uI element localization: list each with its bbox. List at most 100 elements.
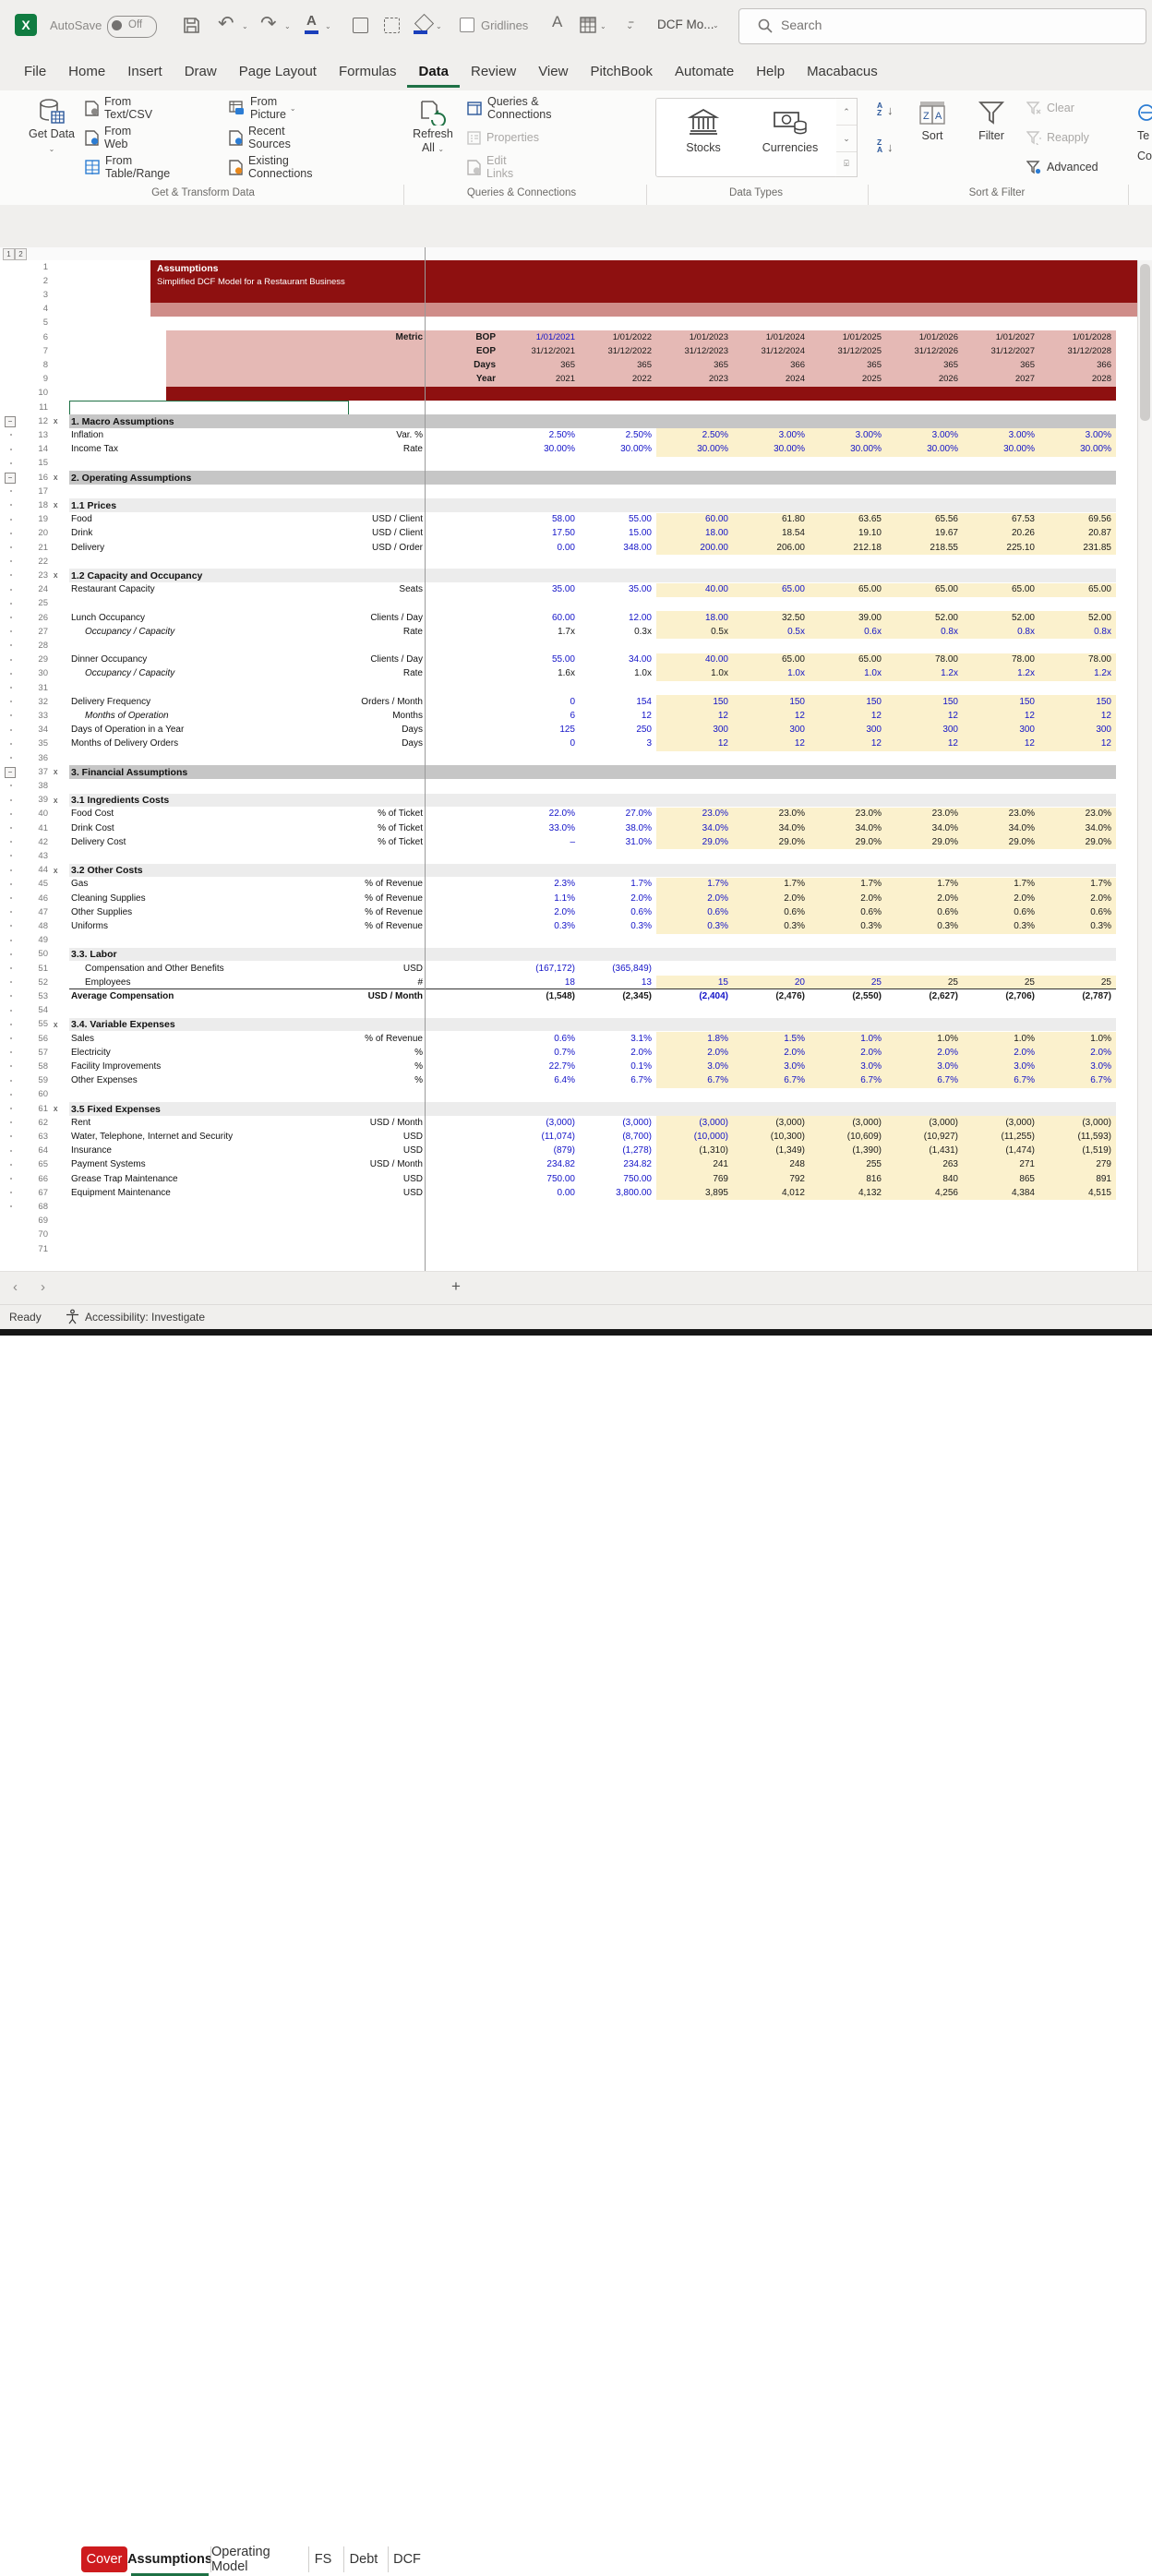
tab-home[interactable]: Home <box>57 55 116 85</box>
row-header-71[interactable]: 71 <box>26 1244 48 1254</box>
cell-value[interactable]: 1.7% <box>963 879 1035 889</box>
cell-value[interactable]: 12 <box>810 711 882 721</box>
sort-za-button[interactable]: ZA↓ <box>877 138 882 153</box>
cell-days-1[interactable]: 365 <box>580 360 652 370</box>
cell-value[interactable]: 25 <box>810 977 882 988</box>
cell-value[interactable]: 65.00 <box>810 584 882 594</box>
cell-value[interactable]: 2.50% <box>656 430 728 440</box>
tab-view[interactable]: View <box>527 55 579 85</box>
row-header-55[interactable]: 55 <box>26 1019 48 1029</box>
row-header-35[interactable]: 35 <box>26 738 48 749</box>
cell-value[interactable]: 0.6x <box>810 627 882 637</box>
cell-year-6[interactable]: 2027 <box>963 374 1035 384</box>
cell-value[interactable]: 3.0% <box>810 1061 882 1072</box>
cell-value[interactable]: 61.80 <box>733 514 805 524</box>
cell-value[interactable]: 0.3x <box>580 627 652 637</box>
cell-value[interactable]: 2.0% <box>963 893 1035 904</box>
row-header-1[interactable]: 1 <box>26 262 48 272</box>
row-header-43[interactable]: 43 <box>26 851 48 861</box>
cell-value[interactable]: 39.00 <box>810 613 882 623</box>
search-box[interactable]: Search <box>738 8 1146 44</box>
cell-value[interactable]: (3,000) <box>963 1118 1035 1128</box>
cell-value[interactable]: 0.8x <box>963 627 1035 637</box>
cell-value[interactable]: 34.0% <box>886 823 958 833</box>
cell-value[interactable]: 150 <box>1039 697 1111 707</box>
row-header-3[interactable]: 3 <box>26 290 48 300</box>
cell-days-4[interactable]: 365 <box>810 360 882 370</box>
cell-value[interactable]: 3.0% <box>733 1061 805 1072</box>
recent-sources-button[interactable]: Recent Sources <box>229 127 291 148</box>
cell-value[interactable]: 4,012 <box>733 1188 805 1198</box>
cell-value[interactable]: (3,000) <box>733 1118 805 1128</box>
cell-value[interactable]: 300 <box>733 725 805 735</box>
sheet-tab-operating-model[interactable]: Operating Model <box>210 2546 302 2572</box>
row-header-29[interactable]: 29 <box>26 654 48 665</box>
cell-value[interactable]: 55.00 <box>503 654 575 665</box>
cell-value[interactable]: 1.5% <box>733 1034 805 1044</box>
cell-value[interactable]: 29.0% <box>963 837 1035 847</box>
cell-value[interactable]: 0.3% <box>810 921 882 931</box>
cell-value[interactable]: 2.0% <box>503 907 575 917</box>
from-web-button[interactable]: From Web <box>85 127 131 148</box>
cell-value[interactable]: 3.0% <box>1039 1061 1111 1072</box>
cell-value[interactable]: 63.65 <box>810 514 882 524</box>
cell-value[interactable]: 29.0% <box>810 837 882 847</box>
refresh-all-button[interactable]: Refresh All ⌄ <box>410 96 456 181</box>
table-dropdown-icon[interactable]: ⌄ <box>600 22 606 30</box>
cell-value[interactable]: 65.00 <box>733 584 805 594</box>
cell-value[interactable]: 65.56 <box>886 514 958 524</box>
document-title[interactable]: DCF Mo... <box>657 18 714 31</box>
cell-value[interactable]: 0.3% <box>503 921 575 931</box>
cell-value[interactable]: 212.18 <box>810 543 882 553</box>
row-header-13[interactable]: 13 <box>26 430 48 440</box>
cell-value[interactable]: (167,172) <box>503 964 575 974</box>
cell-value[interactable]: 0 <box>503 738 575 749</box>
cell-value[interactable]: 60.00 <box>503 613 575 623</box>
sort-az-button[interactable]: AZ↓ <box>877 102 882 116</box>
cell-value[interactable]: 30.00% <box>810 444 882 454</box>
cell-value[interactable]: 750.00 <box>503 1174 575 1184</box>
cell-value[interactable]: (1,519) <box>1039 1145 1111 1156</box>
cell-value[interactable]: 1.0% <box>810 1034 882 1044</box>
cell-value[interactable]: 12 <box>1039 738 1111 749</box>
cell-bop-7[interactable]: 1/01/2028 <box>1039 332 1111 342</box>
undo-icon[interactable]: ↶ <box>218 12 234 35</box>
existing-connections-button[interactable]: Existing Connections <box>229 157 312 177</box>
row-header-48[interactable]: 48 <box>26 921 48 931</box>
cell-value[interactable]: 816 <box>810 1174 882 1184</box>
cell-value[interactable]: 2.0% <box>656 1048 728 1058</box>
cell-value[interactable]: 30.00% <box>580 444 652 454</box>
row-header-63[interactable]: 63 <box>26 1132 48 1142</box>
outline-collapse-button[interactable]: − <box>5 473 16 484</box>
row-header-5[interactable]: 5 <box>26 318 48 328</box>
row-header-59[interactable]: 59 <box>26 1075 48 1085</box>
cell-value[interactable]: 23.0% <box>1039 809 1111 819</box>
row-header-24[interactable]: 24 <box>26 584 48 594</box>
cell-value[interactable]: 40.00 <box>656 654 728 665</box>
cell-bop-3[interactable]: 1/01/2024 <box>733 332 805 342</box>
cell-value[interactable]: (2,627) <box>886 991 958 1001</box>
cell-value[interactable]: 1.6x <box>503 668 575 678</box>
cell-value[interactable]: 0.3% <box>656 921 728 931</box>
cell-value[interactable]: 0.1% <box>580 1061 652 1072</box>
cell-value[interactable]: 2.50% <box>503 430 575 440</box>
cell-value[interactable]: 6.4% <box>503 1075 575 1085</box>
cell-value[interactable]: 3.00% <box>963 430 1035 440</box>
cell-value[interactable]: 2.0% <box>1039 893 1111 904</box>
cell-bop-0[interactable]: 1/01/2021 <box>503 332 575 342</box>
cell-value[interactable]: (3,000) <box>886 1118 958 1128</box>
cell-value[interactable]: 2.50% <box>580 430 652 440</box>
text-to-columns-button[interactable]: Te Co <box>1137 103 1152 162</box>
cell-value[interactable]: 150 <box>810 697 882 707</box>
cell-value[interactable]: 0.8x <box>886 627 958 637</box>
cell-value[interactable]: 0 <box>503 697 575 707</box>
cell-value[interactable]: 52.00 <box>886 613 958 623</box>
cell-value[interactable]: 40.00 <box>656 584 728 594</box>
gridlines-checkbox[interactable] <box>460 18 474 32</box>
tab-macabacus[interactable]: Macabacus <box>796 55 889 85</box>
row-header-33[interactable]: 33 <box>26 711 48 721</box>
cell-value[interactable]: 29.0% <box>1039 837 1111 847</box>
row-header-21[interactable]: 21 <box>26 543 48 553</box>
cell-year-1[interactable]: 2022 <box>580 374 652 384</box>
row-header-8[interactable]: 8 <box>26 360 48 370</box>
